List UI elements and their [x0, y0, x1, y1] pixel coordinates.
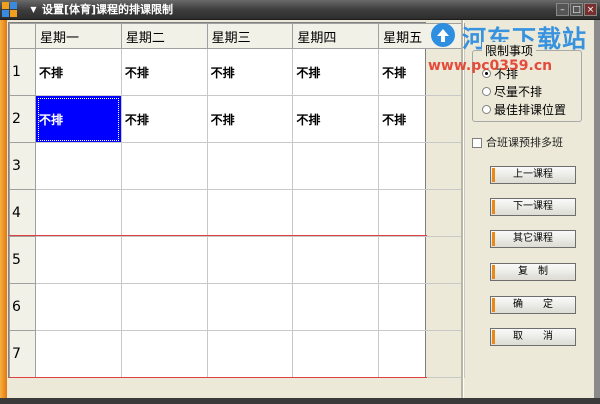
period-row: 3: [8, 142, 465, 190]
day-header: 星期二: [120, 23, 208, 49]
period-row: 2 不排 不排 不排 不排 不排: [8, 95, 465, 143]
day-header: 星期四: [292, 23, 380, 49]
timetable-cell[interactable]: [292, 189, 380, 237]
timetable-cell[interactable]: [35, 283, 122, 331]
app-icon: [2, 2, 17, 17]
timetable-cell[interactable]: [206, 283, 294, 331]
restriction-group-title: 限制事项: [482, 42, 537, 59]
timetable-cell[interactable]: [206, 330, 294, 378]
timetable-cell[interactable]: [206, 236, 294, 284]
afternoon-divider: [9, 235, 427, 236]
radio-button[interactable]: [482, 105, 491, 114]
radio-label: 尽量不排: [494, 85, 543, 99]
panel-separator: [461, 20, 464, 398]
timetable-cell[interactable]: 不排: [292, 95, 380, 143]
timetable-cell[interactable]: 不排: [35, 48, 122, 96]
timetable-grid[interactable]: 星期一 星期二 星期三 星期四 星期五 1 不排 不排 不排 不排 不排 2 不…: [8, 22, 465, 378]
minimize-icon[interactable]: –: [556, 3, 569, 16]
corner-cell: [8, 23, 37, 49]
copy-button[interactable]: 复 制: [490, 263, 576, 281]
timetable-cell[interactable]: [120, 283, 208, 331]
day-header-row: 星期一 星期二 星期三 星期四 星期五: [8, 23, 465, 49]
cancel-button[interactable]: 取 消: [490, 328, 576, 346]
watermark-url: www.pc0359.cn: [428, 58, 553, 74]
timetable-cell[interactable]: [378, 189, 465, 237]
timetable-cell[interactable]: [378, 283, 465, 331]
prev-course-button[interactable]: 上一课程: [490, 166, 576, 184]
timetable-cell[interactable]: 不排: [378, 95, 465, 143]
evening-divider: [9, 377, 427, 378]
period-row: 5: [8, 236, 465, 284]
timetable-cell[interactable]: 不排: [206, 95, 294, 143]
right-border: [594, 20, 600, 398]
merge-class-checkbox[interactable]: [472, 138, 482, 148]
period-label: 6: [8, 283, 37, 331]
radio-label: 最佳排课位置: [494, 103, 567, 117]
radio-avoid-schedule[interactable]: 尽量不排: [482, 83, 542, 100]
timetable-cell[interactable]: 不排: [120, 95, 208, 143]
period-label: 7: [8, 330, 37, 378]
timetable-cell[interactable]: [292, 236, 380, 284]
timetable-cell[interactable]: [35, 189, 122, 237]
timetable-cell[interactable]: [120, 330, 208, 378]
timetable-cell[interactable]: [292, 142, 380, 190]
timetable-cell[interactable]: [120, 236, 208, 284]
radio-best-position[interactable]: 最佳排课位置: [482, 101, 566, 118]
timetable-cell[interactable]: [378, 236, 465, 284]
timetable-cell[interactable]: [292, 330, 380, 378]
period-row: 4: [8, 189, 465, 237]
close-icon[interactable]: ×: [584, 3, 597, 16]
timetable-cell[interactable]: [120, 142, 208, 190]
timetable-cell[interactable]: 不排: [292, 48, 380, 96]
timetable-cell[interactable]: [292, 283, 380, 331]
timetable-cell-selected[interactable]: 不排: [35, 95, 122, 143]
watermark-logo: [431, 23, 455, 47]
confirm-button[interactable]: 确 定: [490, 296, 576, 314]
timetable-cell[interactable]: [378, 330, 465, 378]
period-label: 3: [8, 142, 37, 190]
window-title: 设置[体育]课程的排课限制: [42, 3, 174, 16]
timetable-cell[interactable]: 不排: [120, 48, 208, 96]
period-label: 1: [8, 48, 37, 96]
other-course-button[interactable]: 其它课程: [490, 230, 576, 248]
system-menu-icon[interactable]: ▼: [28, 4, 39, 15]
timetable-cell[interactable]: [120, 189, 208, 237]
timetable-cell[interactable]: [206, 189, 294, 237]
day-header: 星期一: [35, 23, 122, 49]
timetable-cell[interactable]: [35, 330, 122, 378]
merge-class-option[interactable]: 合班课预排多班: [472, 134, 563, 150]
timetable-cell[interactable]: [35, 236, 122, 284]
maximize-icon[interactable]: □: [570, 3, 583, 16]
dialog-window: ▼ 设置[体育]课程的排课限制 – □ × 星期一 星期二 星期三 星期四 星期…: [0, 0, 600, 404]
period-row: 1 不排 不排 不排 不排 不排: [8, 48, 465, 96]
period-label: 5: [8, 236, 37, 284]
bottom-border: [0, 398, 600, 404]
merge-class-label: 合班课预排多班: [486, 136, 563, 149]
period-label: 2: [8, 95, 37, 143]
timetable-cell[interactable]: [378, 142, 465, 190]
left-accent-strip: [0, 20, 7, 398]
period-row: 7: [8, 330, 465, 378]
timetable-cell[interactable]: [35, 142, 122, 190]
period-label: 4: [8, 189, 37, 237]
next-course-button[interactable]: 下一课程: [490, 198, 576, 216]
timetable-cell[interactable]: [206, 142, 294, 190]
period-row: 6: [8, 283, 465, 331]
timetable-cell[interactable]: 不排: [206, 48, 294, 96]
title-bar[interactable]: ▼ 设置[体育]课程的排课限制 – □ ×: [0, 0, 600, 20]
day-header: 星期三: [206, 23, 294, 49]
radio-button[interactable]: [482, 87, 491, 96]
